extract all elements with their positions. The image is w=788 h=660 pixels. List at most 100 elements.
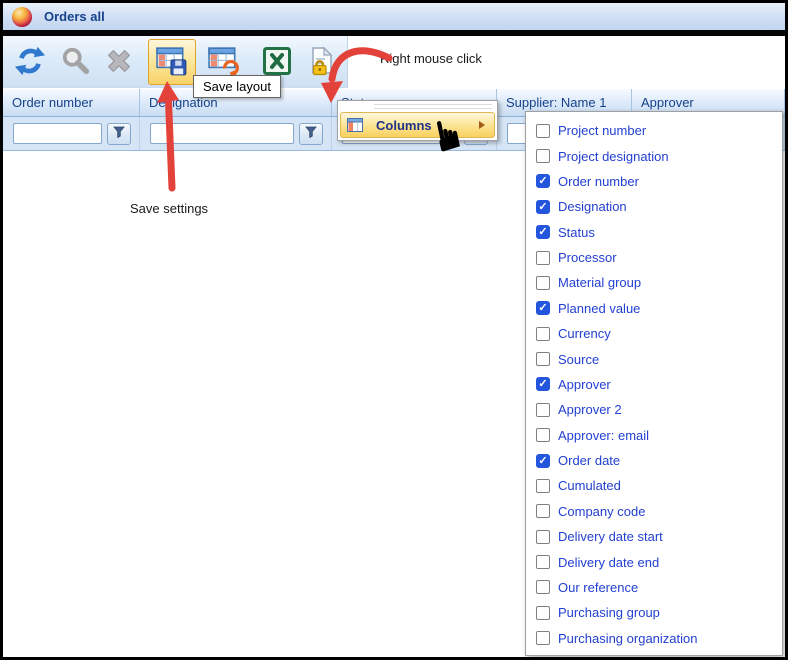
submenu-item-label: Designation — [558, 199, 627, 214]
submenu-item-order-date[interactable]: ✓ Order date — [536, 448, 782, 473]
submenu-item-delivery-date-start[interactable]: Delivery date start — [536, 524, 782, 549]
unchecked-checkbox[interactable] — [536, 555, 550, 569]
reload-layout-icon — [208, 46, 240, 79]
unchecked-checkbox[interactable] — [536, 631, 550, 645]
context-menu: Columns — [337, 100, 498, 141]
column-header-order-number[interactable]: Order number — [3, 89, 140, 116]
submenu-item-label: Processor — [558, 250, 617, 265]
submenu-item-approver[interactable]: ✓ Approver — [536, 372, 782, 397]
funnel-icon — [305, 126, 317, 141]
unchecked-checkbox[interactable] — [536, 530, 550, 544]
refresh-button[interactable] — [9, 41, 51, 83]
checked-checkbox[interactable]: ✓ — [536, 174, 550, 188]
submenu-item-label: Approver 2 — [558, 402, 622, 417]
window-title: Orders all — [44, 9, 105, 24]
checked-checkbox[interactable]: ✓ — [536, 377, 550, 391]
submenu-item-label: Project designation — [558, 149, 669, 164]
submenu-item-label: Delivery date end — [558, 555, 659, 570]
submenu-item-label: Status — [558, 225, 595, 240]
submenu-item-our-reference[interactable]: Our reference — [536, 575, 782, 600]
submenu-item-purchasing-group[interactable]: Purchasing group — [536, 600, 782, 625]
unchecked-checkbox[interactable] — [536, 428, 550, 442]
submenu-item-source[interactable]: Source — [536, 346, 782, 371]
unchecked-checkbox[interactable] — [536, 327, 550, 341]
unchecked-checkbox[interactable] — [536, 149, 550, 163]
submenu-item-approver-2[interactable]: Approver 2 — [536, 397, 782, 422]
submenu-item-label: Currency — [558, 326, 611, 341]
submenu-arrow-icon — [479, 121, 485, 129]
unchecked-checkbox[interactable] — [536, 276, 550, 290]
submenu-item-label: Approver: email — [558, 428, 649, 443]
export-locked-button[interactable] — [300, 41, 342, 83]
columns-icon — [347, 118, 363, 132]
submenu-item-approver-email[interactable]: Approver: email — [536, 423, 782, 448]
submenu-item-material-group[interactable]: Material group — [536, 270, 782, 295]
document-lock-icon — [306, 46, 336, 79]
submenu-item-designation[interactable]: ✓ Designation — [536, 194, 782, 219]
unchecked-checkbox[interactable] — [536, 352, 550, 366]
save-layout-icon — [156, 46, 188, 79]
right-mouse-click-note: Right mouse click — [380, 51, 482, 66]
filter-input-designation[interactable] — [150, 123, 294, 144]
filter-cell-order-number — [3, 117, 140, 150]
unchecked-checkbox[interactable] — [536, 606, 550, 620]
unchecked-checkbox[interactable] — [536, 124, 550, 138]
columns-submenu: Project number Project designation ✓ Order … — [525, 111, 783, 656]
submenu-item-label: Purchasing organization — [558, 631, 697, 646]
submenu-item-order-number[interactable]: ✓ Order number — [536, 169, 782, 194]
submenu-item-label: Purchasing group — [558, 605, 660, 620]
submenu-item-label: Source — [558, 352, 599, 367]
refresh-icon — [14, 45, 46, 80]
checked-checkbox[interactable]: ✓ — [536, 454, 550, 468]
title-bar: Orders all — [3, 3, 785, 30]
menu-separator — [374, 104, 492, 105]
unchecked-checkbox[interactable] — [536, 504, 550, 518]
unchecked-checkbox[interactable] — [536, 580, 550, 594]
submenu-item-label: Planned value — [558, 301, 640, 316]
search-button[interactable] — [55, 41, 97, 83]
submenu-item-delivery-date-end[interactable]: Delivery date end — [536, 549, 782, 574]
save-settings-note: Save settings — [130, 201, 208, 216]
submenu-item-label: Material group — [558, 275, 641, 290]
menu-item-columns[interactable]: Columns — [340, 112, 495, 138]
submenu-item-label: Order number — [558, 174, 639, 189]
filter-cell-designation — [140, 117, 332, 150]
submenu-item-label: Approver — [558, 377, 611, 392]
checked-checkbox[interactable]: ✓ — [536, 200, 550, 214]
submenu-item-label: Delivery date start — [558, 529, 663, 544]
search-icon — [61, 46, 91, 79]
toolbar — [3, 36, 348, 88]
app-sphere-icon — [12, 7, 32, 27]
submenu-item-status[interactable]: ✓ Status — [536, 220, 782, 245]
unchecked-checkbox[interactable] — [536, 251, 550, 265]
submenu-item-label: Cumulated — [558, 478, 621, 493]
unchecked-checkbox[interactable] — [536, 479, 550, 493]
submenu-item-processor[interactable]: Processor — [536, 245, 782, 270]
delete-x-icon — [104, 46, 134, 79]
submenu-item-cumulated[interactable]: Cumulated — [536, 473, 782, 498]
filter-input-order-number[interactable] — [13, 123, 102, 144]
filter-button-order-number[interactable] — [107, 123, 131, 145]
menu-item-label: Columns — [376, 118, 432, 133]
checked-checkbox[interactable]: ✓ — [536, 301, 550, 315]
unchecked-checkbox[interactable] — [536, 403, 550, 417]
excel-icon — [262, 46, 292, 79]
orders-all-window: Orders all — [0, 0, 788, 660]
checked-checkbox[interactable]: ✓ — [536, 225, 550, 239]
funnel-icon — [113, 126, 125, 141]
submenu-item-label: Company code — [558, 504, 645, 519]
submenu-item-label: Our reference — [558, 580, 638, 595]
submenu-item-currency[interactable]: Currency — [536, 321, 782, 346]
submenu-item-company-code[interactable]: Company code — [536, 499, 782, 524]
delete-button[interactable] — [98, 41, 140, 83]
submenu-item-label: Order date — [558, 453, 620, 468]
submenu-item-label: Project number — [558, 123, 646, 138]
submenu-item-project-number[interactable]: Project number — [536, 118, 782, 143]
filter-button-designation[interactable] — [299, 123, 323, 145]
save-layout-button[interactable] — [148, 39, 196, 85]
save-layout-tooltip: Save layout — [193, 75, 281, 98]
submenu-item-purchasing-organization[interactable]: Purchasing organization — [536, 626, 782, 651]
submenu-item-planned-value[interactable]: ✓ Planned value — [536, 296, 782, 321]
submenu-item-project-designation[interactable]: Project designation — [536, 143, 782, 168]
menu-separator — [374, 108, 492, 109]
